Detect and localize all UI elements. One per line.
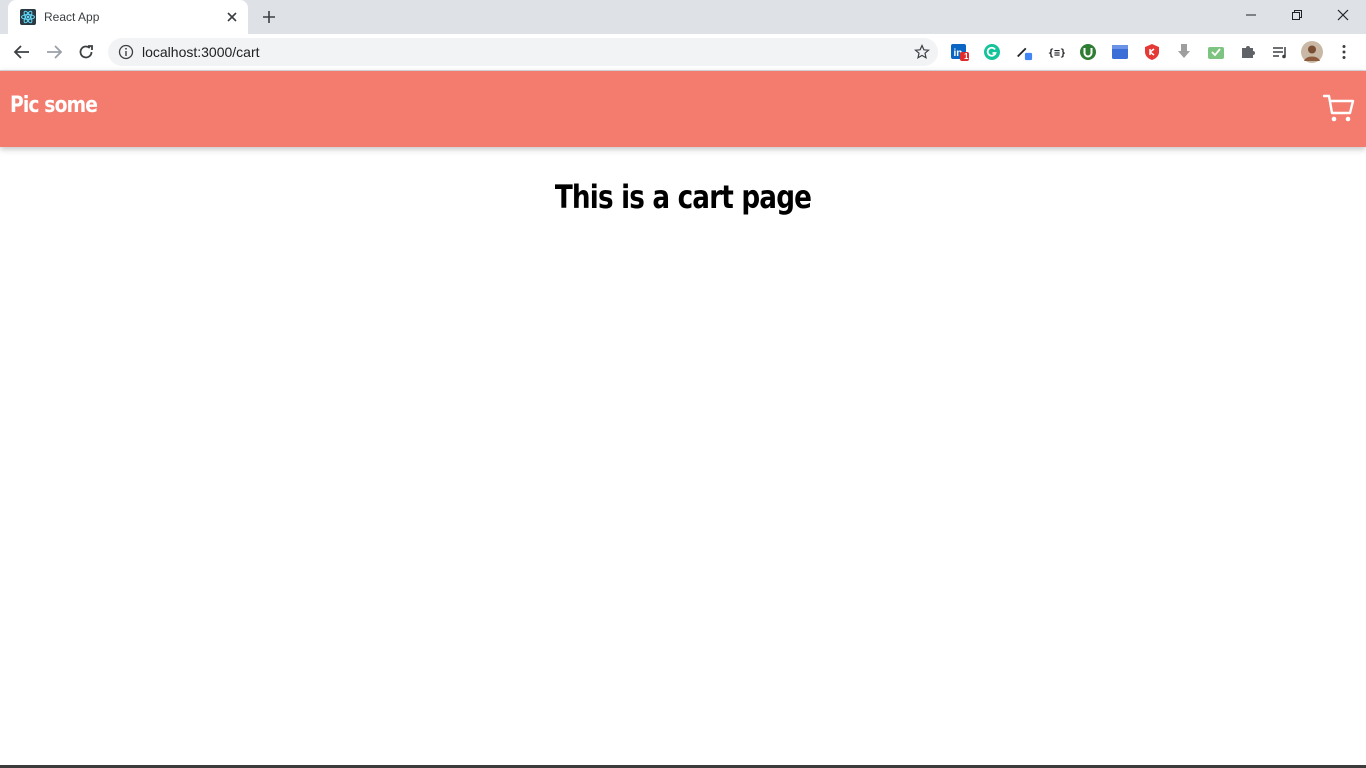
react-logo-icon bbox=[20, 9, 36, 25]
utorrent-icon[interactable] bbox=[1079, 43, 1097, 61]
new-tab-icon[interactable] bbox=[261, 9, 277, 25]
cart-icon[interactable] bbox=[1322, 91, 1356, 125]
address-bar[interactable]: localhost:3000/cart bbox=[108, 38, 938, 66]
back-button[interactable] bbox=[12, 42, 32, 62]
puzzle-icon[interactable] bbox=[1239, 43, 1257, 61]
extension-badge: 1 bbox=[964, 52, 969, 61]
inbox-check-icon[interactable] bbox=[1207, 43, 1225, 61]
brand-logo-link[interactable]: Pic some bbox=[10, 93, 98, 118]
info-icon[interactable] bbox=[118, 44, 134, 60]
close-icon bbox=[1337, 9, 1349, 21]
svg-text:{≡}: {≡} bbox=[1048, 48, 1065, 59]
reload-icon bbox=[79, 45, 93, 59]
minimize-icon bbox=[1246, 14, 1256, 16]
minimize-button[interactable] bbox=[1228, 0, 1274, 30]
json-formatter-icon[interactable]: {≡} bbox=[1047, 43, 1065, 61]
shield-red-icon[interactable] bbox=[1143, 43, 1161, 61]
tab-strip: React App bbox=[0, 0, 1366, 34]
arrow-right-icon bbox=[47, 45, 63, 59]
restore-button[interactable] bbox=[1274, 0, 1320, 30]
reload-button[interactable] bbox=[76, 42, 96, 62]
forward-button[interactable] bbox=[44, 42, 64, 62]
page-title: This is a cart page bbox=[554, 178, 812, 216]
close-tab-icon[interactable] bbox=[224, 9, 240, 25]
color-picker-icon[interactable] bbox=[1015, 43, 1033, 61]
bookmark-star-icon[interactable] bbox=[914, 44, 930, 60]
restore-icon bbox=[1292, 10, 1302, 20]
download-icon[interactable] bbox=[1175, 43, 1193, 61]
url-text[interactable]: localhost:3000/cart bbox=[142, 44, 260, 60]
media-list-icon[interactable] bbox=[1271, 43, 1289, 61]
window-icon[interactable] bbox=[1111, 43, 1129, 61]
close-window-button[interactable] bbox=[1320, 0, 1366, 30]
arrow-left-icon bbox=[13, 45, 29, 59]
browser-tab[interactable]: React App bbox=[8, 0, 248, 34]
linkedin-icon[interactable]: in 1 bbox=[951, 43, 969, 61]
grammarly-icon[interactable] bbox=[983, 43, 1001, 61]
kebab-menu-icon[interactable] bbox=[1335, 43, 1353, 61]
profile-avatar-icon[interactable] bbox=[1301, 41, 1323, 63]
app-header: Pic some bbox=[0, 71, 1366, 147]
browser-toolbar: localhost:3000/cart in 1 {≡} bbox=[0, 34, 1366, 71]
tab-title: React App bbox=[44, 10, 100, 24]
